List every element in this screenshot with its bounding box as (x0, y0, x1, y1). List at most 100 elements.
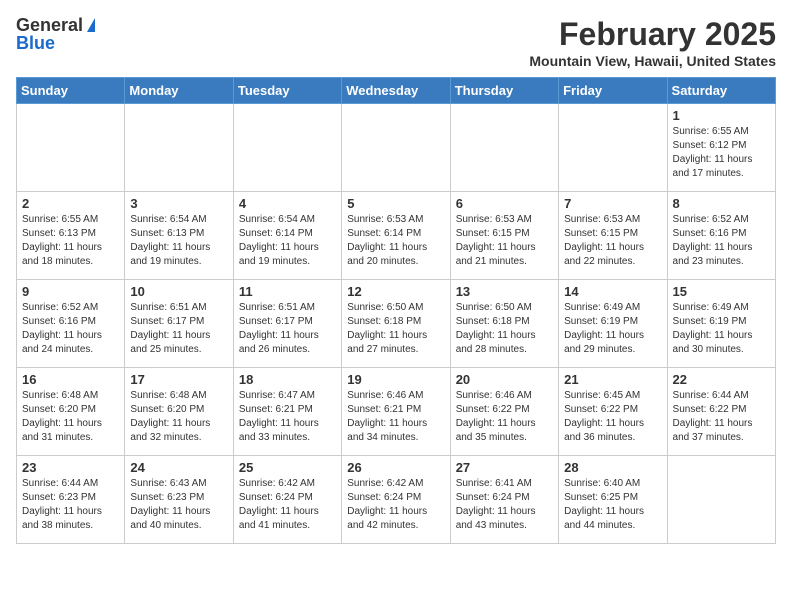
day-info: Sunrise: 6:49 AM Sunset: 6:19 PM Dayligh… (564, 301, 661, 357)
day-info: Sunrise: 6:50 AM Sunset: 6:18 PM Dayligh… (456, 301, 553, 357)
day-info: Sunrise: 6:51 AM Sunset: 6:17 PM Dayligh… (130, 301, 227, 357)
table-row: 16 Sunrise: 6:48 AM Sunset: 6:20 PM Dayli… (17, 368, 125, 456)
day-number: 8 (673, 196, 770, 211)
day-info: Sunrise: 6:48 AM Sunset: 6:20 PM Dayligh… (22, 389, 119, 445)
day-info: Sunrise: 6:53 AM Sunset: 6:15 PM Dayligh… (456, 213, 553, 269)
location-text: Mountain View, Hawaii, United States (529, 53, 776, 69)
day-info: Sunrise: 6:54 AM Sunset: 6:13 PM Dayligh… (130, 213, 227, 269)
day-number: 24 (130, 460, 227, 475)
day-number: 20 (456, 372, 553, 387)
day-info: Sunrise: 6:45 AM Sunset: 6:22 PM Dayligh… (564, 389, 661, 445)
col-tuesday: Tuesday (233, 78, 341, 104)
table-row: 7 Sunrise: 6:53 AM Sunset: 6:15 PM Daylig… (559, 192, 667, 280)
day-info: Sunrise: 6:48 AM Sunset: 6:20 PM Dayligh… (130, 389, 227, 445)
day-number: 14 (564, 284, 661, 299)
day-number: 27 (456, 460, 553, 475)
table-row: 2Sunrise: 6:55 AM Sunset: 6:13 PM Daylig… (17, 192, 125, 280)
table-row: 3 Sunrise: 6:54 AM Sunset: 6:13 PM Daylig… (125, 192, 233, 280)
table-row: 26 Sunrise: 6:42 AM Sunset: 6:24 PM Dayli… (342, 456, 450, 544)
table-row (342, 104, 450, 192)
day-info: Sunrise: 6:44 AM Sunset: 6:22 PM Dayligh… (673, 389, 770, 445)
day-number: 9 (22, 284, 119, 299)
table-row: 22Sunrise: 6:44 AM Sunset: 6:22 PM Dayli… (667, 368, 775, 456)
day-info: Sunrise: 6:52 AM Sunset: 6:16 PM Dayligh… (22, 301, 119, 357)
day-number: 28 (564, 460, 661, 475)
table-row: 4 Sunrise: 6:54 AM Sunset: 6:14 PM Daylig… (233, 192, 341, 280)
table-row (450, 104, 558, 192)
logo-triangle-icon (87, 18, 95, 32)
day-info: Sunrise: 6:46 AM Sunset: 6:21 PM Dayligh… (347, 389, 444, 445)
table-row (559, 104, 667, 192)
day-info: Sunrise: 6:53 AM Sunset: 6:15 PM Dayligh… (564, 213, 661, 269)
col-sunday: Sunday (17, 78, 125, 104)
day-number: 25 (239, 460, 336, 475)
day-number: 6 (456, 196, 553, 211)
table-row: 18Sunrise: 6:47 AM Sunset: 6:21 PM Dayli… (233, 368, 341, 456)
day-number: 19 (347, 372, 444, 387)
table-row: 11 Sunrise: 6:51 AM Sunset: 6:17 PM Dayli… (233, 280, 341, 368)
calendar-week-row: 1 Sunrise: 6:55 AM Sunset: 6:12 PM Daylig… (17, 104, 776, 192)
day-info: Sunrise: 6:42 AM Sunset: 6:24 PM Dayligh… (347, 477, 444, 533)
col-monday: Monday (125, 78, 233, 104)
day-info: Sunrise: 6:53 AM Sunset: 6:14 PM Dayligh… (347, 213, 444, 269)
day-number: 18 (239, 372, 336, 387)
calendar-week-row: 23 Sunrise: 6:44 AM Sunset: 6:23 PM Dayli… (17, 456, 776, 544)
day-info: Sunrise: 6:50 AM Sunset: 6:18 PM Dayligh… (347, 301, 444, 357)
calendar-table: Sunday Monday Tuesday Wednesday Thursday… (16, 77, 776, 544)
table-row: 10 Sunrise: 6:51 AM Sunset: 6:17 PM Dayli… (125, 280, 233, 368)
col-saturday: Saturday (667, 78, 775, 104)
table-row: 19 Sunrise: 6:46 AM Sunset: 6:21 PM Dayli… (342, 368, 450, 456)
day-info: Sunrise: 6:49 AM Sunset: 6:19 PM Dayligh… (673, 301, 770, 357)
calendar-header-row: Sunday Monday Tuesday Wednesday Thursday… (17, 78, 776, 104)
day-number: 1 (673, 108, 770, 123)
day-number: 26 (347, 460, 444, 475)
day-number: 2 (22, 196, 119, 211)
col-friday: Friday (559, 78, 667, 104)
day-info: Sunrise: 6:51 AM Sunset: 6:17 PM Dayligh… (239, 301, 336, 357)
day-info: Sunrise: 6:40 AM Sunset: 6:25 PM Dayligh… (564, 477, 661, 533)
calendar-week-row: 2Sunrise: 6:55 AM Sunset: 6:13 PM Daylig… (17, 192, 776, 280)
table-row: 9 Sunrise: 6:52 AM Sunset: 6:16 PM Daylig… (17, 280, 125, 368)
table-row: 23 Sunrise: 6:44 AM Sunset: 6:23 PM Dayli… (17, 456, 125, 544)
table-row: 5Sunrise: 6:53 AM Sunset: 6:14 PM Daylig… (342, 192, 450, 280)
table-row: 25Sunrise: 6:42 AM Sunset: 6:24 PM Dayli… (233, 456, 341, 544)
day-number: 4 (239, 196, 336, 211)
day-info: Sunrise: 6:41 AM Sunset: 6:24 PM Dayligh… (456, 477, 553, 533)
table-row: 12 Sunrise: 6:50 AM Sunset: 6:18 PM Dayli… (342, 280, 450, 368)
table-row: 28 Sunrise: 6:40 AM Sunset: 6:25 PM Dayli… (559, 456, 667, 544)
day-number: 10 (130, 284, 227, 299)
logo-general-text: General (16, 16, 83, 34)
page-header: General Blue February 2025 Mountain View… (16, 16, 776, 69)
table-row (125, 104, 233, 192)
day-number: 3 (130, 196, 227, 211)
col-thursday: Thursday (450, 78, 558, 104)
day-number: 7 (564, 196, 661, 211)
day-number: 16 (22, 372, 119, 387)
table-row (667, 456, 775, 544)
title-block: February 2025 Mountain View, Hawaii, Uni… (529, 16, 776, 69)
day-number: 23 (22, 460, 119, 475)
table-row: 17Sunrise: 6:48 AM Sunset: 6:20 PM Dayli… (125, 368, 233, 456)
table-row: 15 Sunrise: 6:49 AM Sunset: 6:19 PM Dayli… (667, 280, 775, 368)
day-info: Sunrise: 6:44 AM Sunset: 6:23 PM Dayligh… (22, 477, 119, 533)
day-number: 15 (673, 284, 770, 299)
day-number: 21 (564, 372, 661, 387)
day-number: 13 (456, 284, 553, 299)
day-info: Sunrise: 6:43 AM Sunset: 6:23 PM Dayligh… (130, 477, 227, 533)
day-info: Sunrise: 6:55 AM Sunset: 6:12 PM Dayligh… (673, 125, 770, 181)
month-title: February 2025 (529, 16, 776, 53)
table-row: 21 Sunrise: 6:45 AM Sunset: 6:22 PM Dayli… (559, 368, 667, 456)
table-row: 14 Sunrise: 6:49 AM Sunset: 6:19 PM Dayli… (559, 280, 667, 368)
day-info: Sunrise: 6:54 AM Sunset: 6:14 PM Dayligh… (239, 213, 336, 269)
day-number: 12 (347, 284, 444, 299)
table-row: 24 Sunrise: 6:43 AM Sunset: 6:23 PM Dayli… (125, 456, 233, 544)
table-row: 27 Sunrise: 6:41 AM Sunset: 6:24 PM Dayli… (450, 456, 558, 544)
table-row: 8 Sunrise: 6:52 AM Sunset: 6:16 PM Daylig… (667, 192, 775, 280)
day-info: Sunrise: 6:52 AM Sunset: 6:16 PM Dayligh… (673, 213, 770, 269)
table-row (17, 104, 125, 192)
day-number: 11 (239, 284, 336, 299)
table-row: 20Sunrise: 6:46 AM Sunset: 6:22 PM Dayli… (450, 368, 558, 456)
logo: General Blue (16, 16, 95, 52)
table-row: 6 Sunrise: 6:53 AM Sunset: 6:15 PM Daylig… (450, 192, 558, 280)
calendar-week-row: 9 Sunrise: 6:52 AM Sunset: 6:16 PM Daylig… (17, 280, 776, 368)
